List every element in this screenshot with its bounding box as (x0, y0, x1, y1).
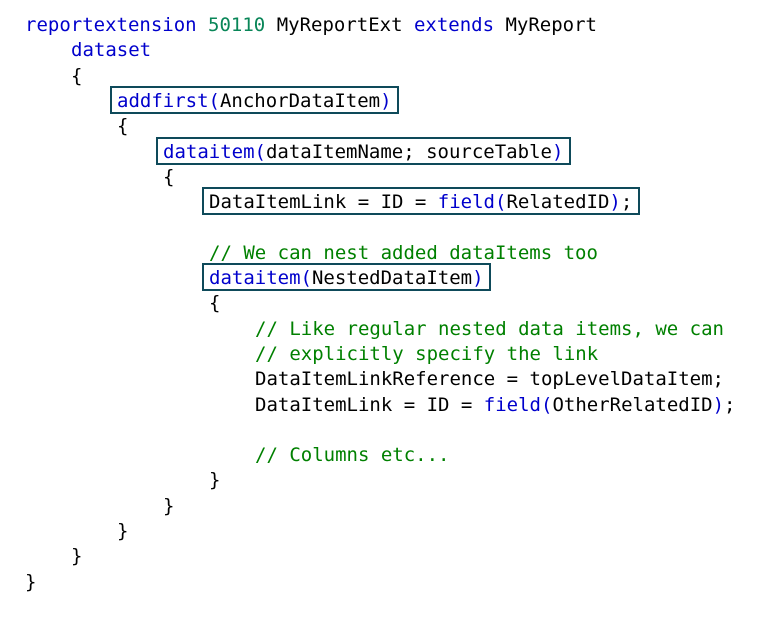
code-text: } (25, 570, 37, 593)
code-line: DataItemLink = ID = field(OtherRelatedID… (255, 393, 736, 418)
code-text: { (117, 115, 129, 138)
code-keyword: field (483, 393, 541, 416)
code-text: DataItemLink = ID = (255, 393, 484, 416)
code-keyword: reportextension (25, 14, 197, 36)
code-line: // We can nest added dataItems too (209, 241, 598, 266)
code-line: // Columns etc... (255, 443, 449, 468)
code-line: dataset (71, 38, 151, 63)
code-line: } (71, 544, 82, 569)
code-line: DataItemLinkReference = topLevelDataItem… (255, 367, 724, 392)
code-line: } (209, 468, 220, 493)
highlight-box (202, 187, 640, 216)
code-line: { (209, 291, 220, 316)
highlight-box (110, 85, 399, 114)
code-line: reportextension 50110 MyReportExt extend… (25, 13, 597, 38)
code-comment: // explicitly specify the link (255, 342, 599, 365)
code-line: } (117, 519, 128, 544)
highlight-box (156, 136, 571, 165)
code-keyword: extends (413, 14, 495, 36)
code-text: } (209, 469, 221, 492)
code-text: } (163, 494, 175, 517)
code-text: { (163, 165, 175, 188)
code-text: MyReport (494, 14, 597, 36)
code-text: ; (724, 393, 736, 416)
code-text: } (117, 520, 129, 542)
code-keyword: ( (540, 393, 553, 416)
code-text: } (71, 545, 83, 568)
code-comment: // We can nest added dataItems too (209, 241, 598, 264)
code-line: // Like regular nested data items, we ca… (255, 317, 724, 342)
code-comment: // Like regular nested data items, we ca… (255, 317, 724, 340)
code-keyword: ) (712, 393, 725, 416)
code-comment: // Columns etc... (255, 444, 450, 467)
code-number: 50110 (208, 14, 266, 36)
code-text: { (209, 292, 221, 315)
highlight-box (202, 263, 491, 291)
code-text: DataItemLinkReference = topLevelDataItem… (255, 368, 724, 391)
code-line: { (71, 64, 82, 89)
code-line: { (163, 165, 174, 190)
code-listing: reportextension 50110 MyReportExt extend… (0, 0, 772, 625)
code-text: MyReportExt (265, 14, 414, 36)
code-text: { (71, 64, 83, 87)
code-text: OtherRelatedID (552, 393, 713, 416)
code-line: } (163, 494, 174, 519)
code-line: } (25, 570, 36, 595)
code-line: { (117, 114, 128, 139)
code-keyword: dataset (71, 39, 152, 62)
code-line: // explicitly specify the link (255, 342, 598, 367)
